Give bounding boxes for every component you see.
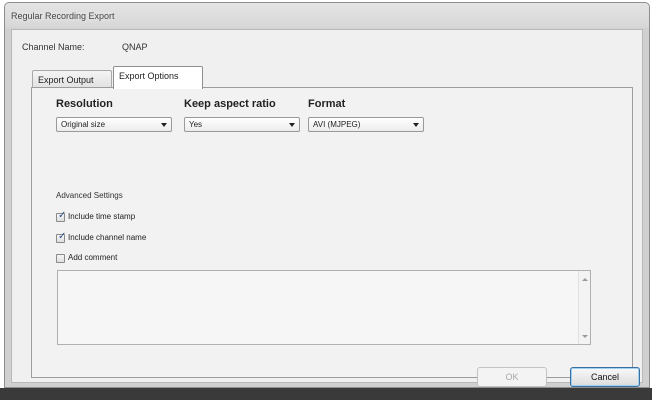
comment-textarea[interactable]: [57, 270, 591, 345]
add-comment-label: Add comment: [68, 253, 118, 262]
export-dialog: Regular Recording Export Channel Name: Q…: [4, 2, 650, 388]
aspect-ratio-value: Yes: [189, 120, 203, 129]
comment-scrollbar[interactable]: [578, 271, 590, 344]
checkmark-icon: ✓: [58, 210, 67, 221]
aspect-ratio-select[interactable]: Yes: [184, 117, 300, 132]
chevron-down-icon: [289, 123, 295, 127]
export-options-panel: Resolution Original size Keep aspect rat…: [31, 87, 633, 378]
ok-button[interactable]: OK: [477, 367, 547, 387]
cancel-button[interactable]: Cancel: [570, 367, 640, 387]
resolution-value: Original size: [61, 120, 106, 129]
desktop-bottom-edge: [0, 388, 652, 400]
aspect-ratio-label: Keep aspect ratio: [184, 98, 276, 110]
tab-export-options[interactable]: Export Options: [113, 66, 203, 89]
include-timestamp-label: Include time stamp: [68, 212, 136, 221]
add-comment-checkbox[interactable]: [56, 254, 65, 263]
dialog-body: Channel Name: QNAP Export Output Export …: [11, 29, 643, 383]
window-title: Regular Recording Export: [11, 11, 115, 21]
include-channel-name-checkbox[interactable]: ✓: [56, 231, 67, 243]
resolution-select[interactable]: Original size: [56, 117, 172, 132]
format-value: AVI (MJPEG): [313, 120, 361, 129]
advanced-settings-title: Advanced Settings: [56, 191, 123, 200]
include-timestamp-checkbox[interactable]: ✓: [56, 210, 67, 222]
chevron-down-icon: [161, 123, 167, 127]
include-channel-name-label: Include channel name: [68, 233, 147, 242]
resolution-label: Resolution: [56, 98, 113, 110]
channel-name-label: Channel Name:: [22, 42, 85, 52]
title-bar[interactable]: Regular Recording Export: [5, 3, 649, 29]
scroll-up-arrow-icon[interactable]: [582, 278, 588, 281]
checkmark-icon: ✓: [58, 231, 67, 242]
chevron-down-icon: [413, 123, 419, 127]
format-select[interactable]: AVI (MJPEG): [308, 117, 424, 132]
channel-name-value: QNAP: [122, 42, 148, 52]
format-label: Format: [308, 98, 346, 110]
tab-export-output[interactable]: Export Output: [32, 70, 112, 88]
scroll-down-arrow-icon[interactable]: [582, 335, 588, 338]
